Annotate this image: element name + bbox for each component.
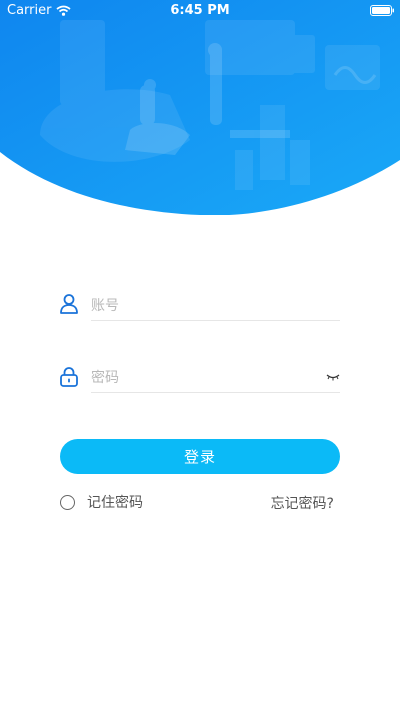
remember-password-label: 记住密码: [87, 495, 143, 511]
status-bar: Carrier 6:45 PM: [0, 0, 400, 22]
forgot-password-link[interactable]: 忘记密码?: [271, 493, 334, 513]
battery-icon: [370, 5, 394, 16]
account-input[interactable]: [91, 292, 340, 321]
account-field: [60, 292, 340, 322]
password-input[interactable]: [91, 364, 340, 393]
remember-password-toggle[interactable]: 记住密码: [60, 492, 143, 512]
login-button[interactable]: 登录: [60, 439, 340, 474]
clock: 6:45 PM: [170, 3, 230, 18]
eye-closed-icon[interactable]: [326, 372, 340, 382]
radio-icon[interactable]: [60, 494, 75, 510]
password-field: [60, 364, 340, 394]
lock-icon: [60, 367, 78, 387]
login-screen: Carrier 6:45 PM 账号 登录 记住密码 忘记密码?: [0, 0, 400, 710]
header-illustration: [0, 0, 400, 215]
user-icon: [60, 294, 78, 314]
